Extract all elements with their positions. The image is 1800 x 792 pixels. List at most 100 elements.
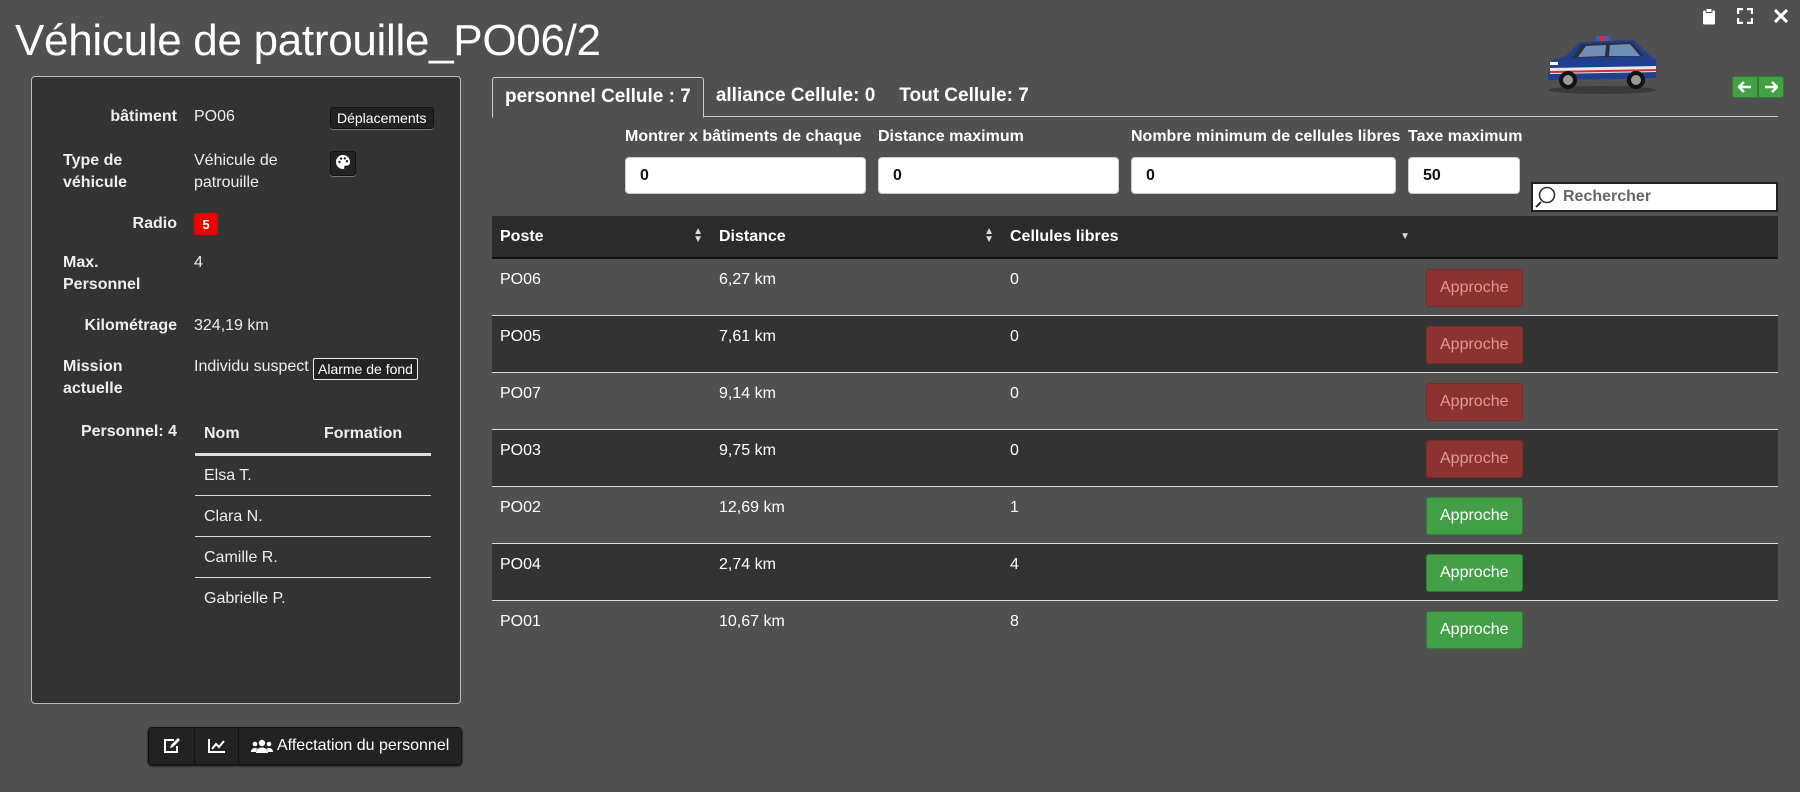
col-header-free-cells[interactable]: Cellules libres ▼ bbox=[1002, 216, 1418, 259]
free-cells-cell: 8 bbox=[1002, 599, 1418, 657]
action-cell: Approche bbox=[1418, 542, 1778, 600]
approach-button[interactable]: Approche bbox=[1426, 382, 1523, 421]
background-alarm-button[interactable]: Alarme de fond bbox=[313, 358, 418, 380]
crew-header-name: Nom bbox=[195, 413, 315, 456]
chart-line-icon bbox=[207, 739, 225, 753]
assign-personnel-label: Affectation du personnel bbox=[277, 737, 450, 754]
batiment-label: bâtiment bbox=[110, 108, 177, 125]
crew-name[interactable]: Elsa T. bbox=[195, 454, 315, 496]
radio-status-badge: 5 bbox=[194, 213, 218, 235]
sort-icon: ▲ ▼ bbox=[693, 226, 703, 245]
filter-distance-input[interactable] bbox=[878, 157, 1119, 194]
mission-label: Mission actuelle bbox=[63, 358, 123, 397]
filter-min-cells-label: Nombre minimum de cellules libres bbox=[1131, 128, 1401, 145]
crew-table: Nom Formation Elsa T. Clara N. Camille R… bbox=[195, 413, 431, 619]
free-cells-cell: 0 bbox=[1002, 258, 1418, 315]
poste-cell: PO07 bbox=[492, 371, 711, 429]
tab-alliance-cells[interactable]: alliance Cellule: 0 bbox=[704, 77, 887, 117]
distance-cell: 2,74 km bbox=[711, 542, 1002, 600]
table-row: PO07 9,14 km 0 Approche bbox=[492, 371, 1778, 429]
sort-desc-icon: ▼ bbox=[1400, 231, 1410, 242]
edit-vehicle-button[interactable] bbox=[149, 728, 195, 764]
action-cell: Approche bbox=[1418, 599, 1778, 657]
distance-cell: 12,69 km bbox=[711, 485, 1002, 543]
search-input[interactable] bbox=[1561, 187, 1771, 207]
clipboard-icon[interactable] bbox=[1698, 5, 1720, 27]
crew-name[interactable]: Camille R. bbox=[195, 536, 315, 578]
crew-row: Camille R. bbox=[195, 536, 431, 578]
action-cell: Approche bbox=[1418, 371, 1778, 429]
action-cell: Approche bbox=[1418, 314, 1778, 372]
crew-name[interactable]: Clara N. bbox=[195, 495, 315, 537]
col-header-action bbox=[1418, 216, 1778, 259]
poste-cell: PO03 bbox=[492, 428, 711, 486]
free-cells-cell: 0 bbox=[1002, 371, 1418, 429]
crew-row: Clara N. bbox=[195, 495, 431, 537]
col-header-poste-label: Poste bbox=[500, 227, 544, 245]
statistics-button[interactable] bbox=[195, 728, 239, 764]
poste-cell: PO02 bbox=[492, 485, 711, 543]
max-personnel-label: Max. Personnel bbox=[63, 254, 141, 293]
table-row: PO05 7,61 km 0 Approche bbox=[492, 314, 1778, 372]
distance-cell: 10,67 km bbox=[711, 599, 1002, 657]
poste-cell: PO04 bbox=[492, 542, 711, 600]
crew-formation bbox=[315, 578, 431, 619]
table-row: PO04 2,74 km 4 Approche bbox=[492, 542, 1778, 600]
table-row: PO03 9,75 km 0 Approche bbox=[492, 428, 1778, 486]
search-icon bbox=[1535, 186, 1556, 208]
vehicle-info-panel: bâtiment PO06 Déplacements Type de véhic… bbox=[31, 76, 461, 704]
poste-cell: PO01 bbox=[492, 599, 711, 657]
crew-formation bbox=[314, 495, 431, 537]
personnel-count-label: Personnel: 4 bbox=[80, 423, 177, 440]
crew-row: Elsa T. bbox=[195, 454, 431, 496]
col-header-poste[interactable]: Poste ▲ ▼ bbox=[492, 216, 711, 259]
close-icon[interactable] bbox=[1770, 5, 1792, 27]
window-controls bbox=[1698, 5, 1792, 27]
search-box bbox=[1531, 182, 1778, 212]
filter-buildings-label: Montrer x bâtiments de chaque bbox=[625, 128, 862, 145]
crew-formation bbox=[314, 454, 431, 496]
free-cells-cell: 1 bbox=[1002, 485, 1418, 543]
approach-button[interactable]: Approche bbox=[1426, 269, 1523, 307]
vehicle-type-label: Type de véhicule bbox=[63, 152, 128, 191]
filter-min-cells-input[interactable] bbox=[1131, 157, 1396, 194]
palette-icon bbox=[336, 154, 351, 169]
vehicle-color-button[interactable] bbox=[330, 151, 356, 176]
approach-button[interactable]: Approche bbox=[1426, 439, 1523, 478]
batiment-value: PO06 bbox=[194, 108, 235, 125]
window-title: Véhicule de patrouille_PO06/2 bbox=[15, 16, 601, 65]
col-header-free-cells-label: Cellules libres bbox=[1010, 227, 1119, 245]
crew-name[interactable]: Gabrielle P. bbox=[195, 578, 315, 619]
tab-all-cells[interactable]: Tout Cellule: 7 bbox=[887, 77, 1040, 117]
distance-cell: 9,14 km bbox=[711, 371, 1002, 429]
action-cell: Approche bbox=[1418, 258, 1778, 315]
users-icon bbox=[251, 739, 273, 753]
poste-cell: PO06 bbox=[492, 258, 711, 315]
deplacements-button[interactable]: Déplacements bbox=[330, 107, 434, 129]
approach-button[interactable]: Approche bbox=[1426, 553, 1523, 592]
action-cell: Approche bbox=[1418, 428, 1778, 486]
table-row: PO01 10,67 km 8 Approche bbox=[492, 599, 1778, 657]
cell-tabs: personnel Cellule : 7 alliance Cellule: … bbox=[492, 77, 1778, 118]
free-cells-cell: 4 bbox=[1002, 542, 1418, 600]
crew-row: Gabrielle P. bbox=[195, 578, 431, 619]
filter-buildings-input[interactable] bbox=[625, 157, 866, 194]
stations-table: Poste ▲ ▼ Distance ▲ ▼ Cellules libres ▼ PO06… bbox=[492, 216, 1778, 657]
filter-distance-label: Distance maximum bbox=[878, 128, 1024, 145]
col-header-distance[interactable]: Distance ▲ ▼ bbox=[711, 216, 1002, 259]
free-cells-cell: 0 bbox=[1002, 314, 1418, 372]
filter-max-tax-input[interactable] bbox=[1408, 157, 1520, 194]
mission-value[interactable]: Individu suspect bbox=[194, 356, 309, 378]
filter-max-tax-label: Taxe maximum bbox=[1408, 128, 1523, 145]
distance-cell: 9,75 km bbox=[711, 428, 1002, 486]
fullscreen-icon[interactable] bbox=[1734, 5, 1756, 27]
approach-button[interactable]: Approche bbox=[1426, 325, 1523, 364]
tab-personnel-cells[interactable]: personnel Cellule : 7 bbox=[492, 77, 704, 118]
crew-header-formation: Formation bbox=[314, 413, 431, 456]
crew-formation bbox=[314, 536, 431, 578]
edit-icon bbox=[163, 738, 180, 753]
approach-button[interactable]: Approche bbox=[1426, 610, 1523, 649]
assign-personnel-button[interactable]: Affectation du personnel bbox=[239, 728, 462, 764]
approach-button[interactable]: Approche bbox=[1426, 496, 1523, 535]
col-header-distance-label: Distance bbox=[719, 227, 786, 245]
